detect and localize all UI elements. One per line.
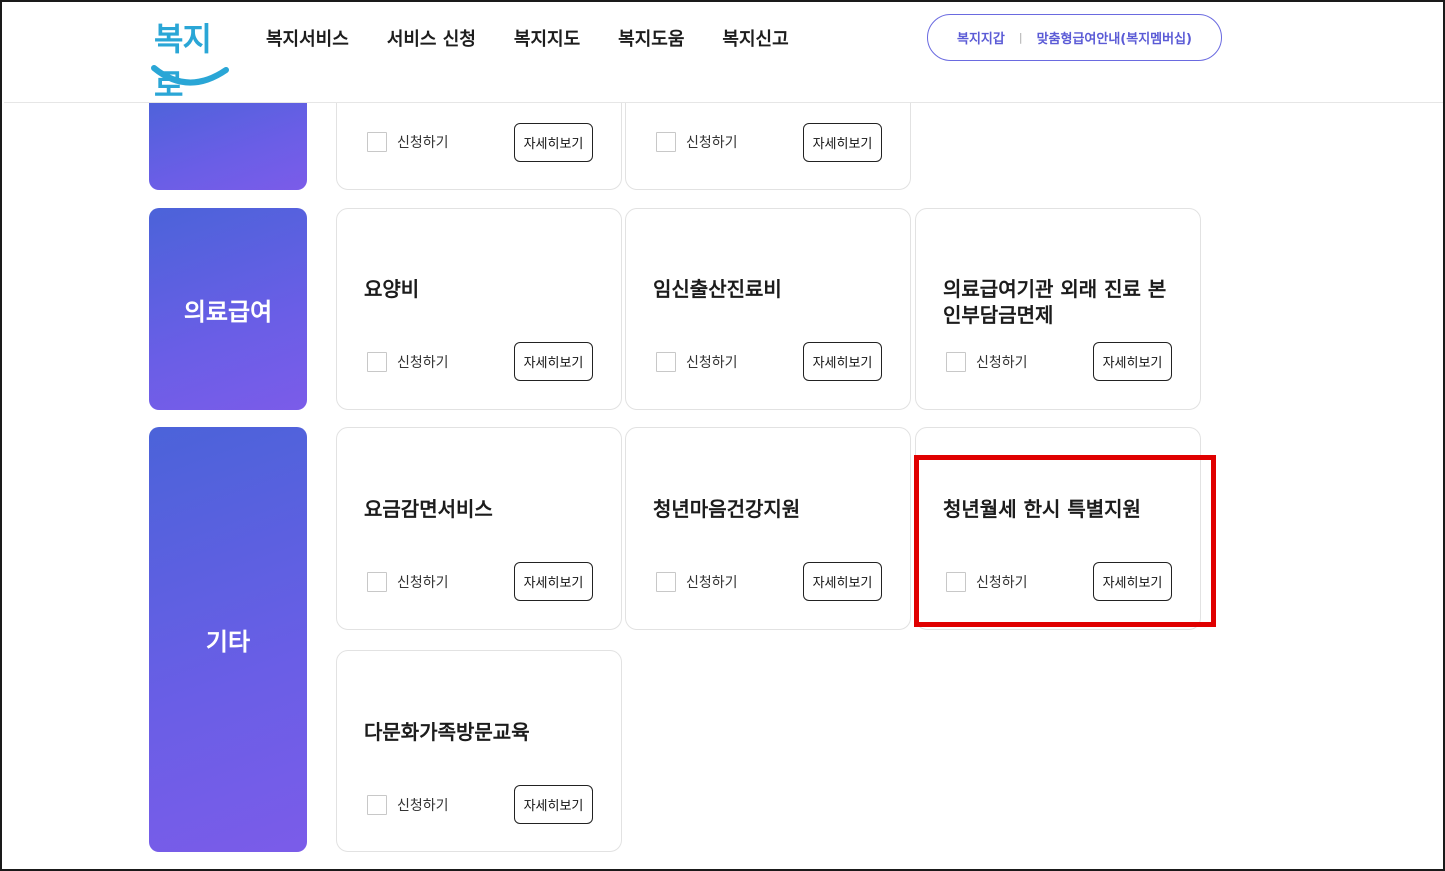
detail-button[interactable]: 자세히보기 bbox=[514, 342, 593, 381]
nav-welfare-services[interactable]: 복지서비스 bbox=[266, 25, 349, 51]
apply-checkbox[interactable] bbox=[367, 352, 387, 372]
card-title: 청년마음건강지원 bbox=[653, 497, 801, 521]
apply-checkbox[interactable] bbox=[946, 352, 966, 372]
category-label: 기타 bbox=[205, 628, 251, 656]
card-title: 다문화가족방문교육 bbox=[364, 720, 530, 744]
apply-checkbox-group[interactable]: 신청하기 bbox=[656, 132, 738, 152]
browser-frame: 의료급여 기타 신청하기 자세히보기 신청하기 자세히보기 요양비 신청하기 자… bbox=[0, 0, 1445, 871]
service-card-outpatient-exemption: 의료급여기관 외래 진료 본인부담금면제 신청하기 자세히보기 bbox=[915, 208, 1201, 410]
pill-divider: | bbox=[1018, 31, 1023, 44]
nav-welfare-map[interactable]: 복지지도 bbox=[514, 25, 580, 51]
apply-checkbox[interactable] bbox=[656, 352, 676, 372]
apply-checkbox-group[interactable]: 신청하기 bbox=[367, 352, 449, 372]
detail-button[interactable]: 자세히보기 bbox=[803, 562, 882, 601]
quick-links-pill: 복지지갑 | 맞춤형급여안내(복지멤버십) bbox=[927, 14, 1222, 61]
logo-smile-icon bbox=[151, 65, 229, 86]
welfare-wallet-link[interactable]: 복지지갑 bbox=[957, 28, 1005, 47]
apply-label: 신청하기 bbox=[976, 355, 1028, 371]
service-card-fee-reduction: 요금감면서비스 신청하기 자세히보기 bbox=[336, 427, 622, 630]
site-header: 복지로 복지서비스 서비스 신청 복지지도 복지도움 복지신고 복지지갑 | 맞… bbox=[4, 4, 1443, 104]
apply-label: 신청하기 bbox=[397, 355, 449, 371]
apply-label: 신청하기 bbox=[686, 355, 738, 371]
apply-checkbox-group[interactable]: 신청하기 bbox=[656, 352, 738, 372]
main-nav: 복지서비스 서비스 신청 복지지도 복지도움 복지신고 bbox=[266, 25, 789, 51]
service-card-multicultural-education: 다문화가족방문교육 신청하기 자세히보기 bbox=[336, 650, 622, 852]
apply-checkbox-group[interactable]: 신청하기 bbox=[367, 572, 449, 592]
detail-button[interactable]: 자세히보기 bbox=[514, 123, 593, 162]
apply-label: 신청하기 bbox=[686, 135, 738, 151]
highlight-box bbox=[914, 455, 1216, 627]
nav-service-apply[interactable]: 서비스 신청 bbox=[387, 25, 476, 51]
apply-checkbox-group[interactable]: 신청하기 bbox=[946, 352, 1028, 372]
apply-checkbox-group[interactable]: 신청하기 bbox=[367, 795, 449, 815]
nav-welfare-help[interactable]: 복지도움 bbox=[618, 25, 684, 51]
welfare-membership-link[interactable]: 맞춤형급여안내(복지멤버십) bbox=[1037, 28, 1192, 47]
category-label: 의료급여 bbox=[183, 297, 273, 326]
service-card-yoyangbi: 요양비 신청하기 자세히보기 bbox=[336, 208, 622, 410]
detail-button[interactable]: 자세히보기 bbox=[1093, 342, 1172, 381]
card-title: 요양비 bbox=[364, 277, 420, 301]
category-medical-aid: 의료급여 bbox=[149, 208, 307, 410]
apply-checkbox-group[interactable]: 신청하기 bbox=[656, 572, 738, 592]
apply-label: 신청하기 bbox=[397, 575, 449, 591]
apply-checkbox[interactable] bbox=[656, 132, 676, 152]
apply-checkbox[interactable] bbox=[656, 572, 676, 592]
apply-checkbox[interactable] bbox=[367, 572, 387, 592]
apply-checkbox[interactable] bbox=[367, 132, 387, 152]
detail-button[interactable]: 자세히보기 bbox=[803, 342, 882, 381]
detail-button[interactable]: 자세히보기 bbox=[514, 562, 593, 601]
apply-label: 신청하기 bbox=[397, 798, 449, 814]
service-card-youth-mental-health: 청년마음건강지원 신청하기 자세히보기 bbox=[625, 427, 911, 630]
service-card-pregnancy: 임신출산진료비 신청하기 자세히보기 bbox=[625, 208, 911, 410]
detail-button[interactable]: 자세히보기 bbox=[803, 123, 882, 162]
apply-label: 신청하기 bbox=[397, 135, 449, 151]
nav-welfare-report[interactable]: 복지신고 bbox=[722, 25, 788, 51]
apply-checkbox[interactable] bbox=[367, 795, 387, 815]
category-partial bbox=[149, 92, 307, 190]
apply-checkbox-group[interactable]: 신청하기 bbox=[367, 132, 449, 152]
apply-label: 신청하기 bbox=[686, 575, 738, 591]
card-title: 요금감면서비스 bbox=[364, 497, 493, 521]
site-logo[interactable]: 복지로 bbox=[148, 12, 234, 104]
category-etc: 기타 bbox=[149, 427, 307, 852]
detail-button[interactable]: 자세히보기 bbox=[514, 785, 593, 824]
card-title: 의료급여기관 외래 진료 본인부담금면제 bbox=[943, 277, 1167, 327]
card-title: 임신출산진료비 bbox=[653, 277, 782, 301]
